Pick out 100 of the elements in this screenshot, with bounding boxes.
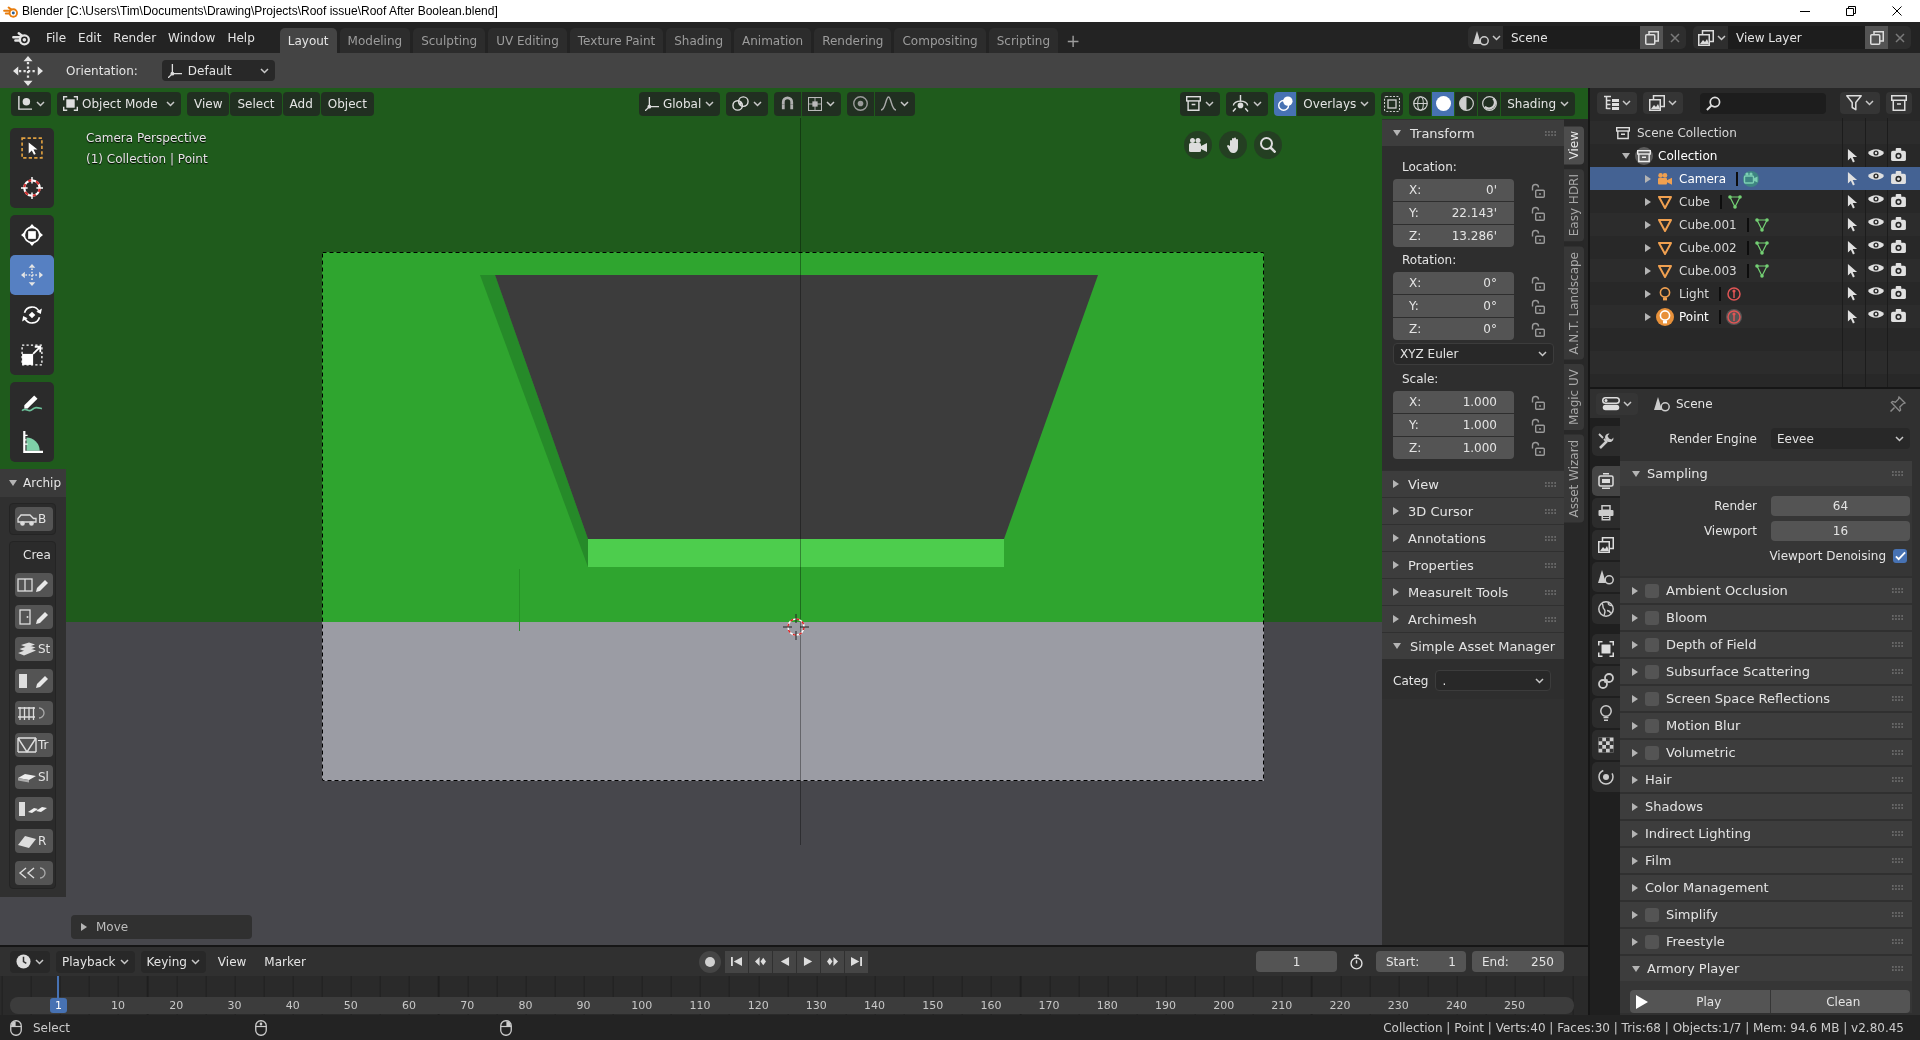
outliner-row[interactable]: Light: [1590, 282, 1920, 305]
snap-element-button[interactable]: [802, 91, 842, 116]
grip-dots-icon[interactable]: [1545, 508, 1556, 514]
play-button[interactable]: [797, 950, 821, 973]
camera-icon[interactable]: [1891, 286, 1906, 299]
previous-keyframe-button[interactable]: [749, 950, 773, 973]
tool-button[interactable]: [15, 573, 53, 597]
tool-button[interactable]: [15, 797, 53, 821]
view-layer-name-field[interactable]: View Layer: [1728, 26, 1865, 49]
number-field[interactable]: Z: 13.286': [1393, 225, 1514, 247]
grip-dots-icon[interactable]: [1892, 750, 1903, 755]
grip-dots-icon[interactable]: [1892, 777, 1903, 782]
render-engine-dropdown[interactable]: Eevee: [1771, 428, 1910, 449]
xray-toggle[interactable]: [1381, 91, 1404, 116]
zoom-button[interactable]: [1254, 131, 1282, 159]
pan-button[interactable]: [1219, 131, 1247, 159]
outliner-row[interactable]: Cube.001: [1590, 213, 1920, 236]
panel-header[interactable]: Hair: [1620, 767, 1912, 792]
properties-tab[interactable]: [1592, 698, 1620, 728]
select-arrow-icon[interactable]: [1847, 263, 1858, 278]
remove-button[interactable]: [1888, 26, 1911, 49]
open-padlock-icon[interactable]: [1531, 275, 1545, 291]
grip-dots-icon[interactable]: [1892, 912, 1903, 917]
open-padlock-icon[interactable]: [1531, 205, 1545, 221]
workspace-tab[interactable]: Texture Paint: [569, 28, 664, 53]
properties-tab[interactable]: [1592, 594, 1620, 624]
end-frame-field[interactable]: End: 250: [1472, 951, 1564, 972]
menu-item[interactable]: View: [211, 950, 253, 973]
number-field[interactable]: X: 0': [1393, 179, 1514, 201]
menu-item[interactable]: Marker: [258, 950, 312, 973]
grip-dots-icon[interactable]: [1892, 804, 1903, 809]
filter-button[interactable]: [1840, 92, 1880, 114]
grip-dots-icon[interactable]: [1545, 616, 1556, 622]
browse-button[interactable]: [1693, 26, 1728, 49]
sidebar-tab[interactable]: View: [1564, 126, 1584, 165]
grip-dots-icon[interactable]: [1545, 481, 1556, 487]
open-padlock-icon[interactable]: [1531, 228, 1545, 244]
open-padlock-icon[interactable]: [1531, 440, 1545, 456]
menu-dropdown[interactable]: Playback: [56, 950, 135, 973]
editor-type-button[interactable]: [1596, 392, 1638, 415]
properties-tab[interactable]: [1592, 634, 1620, 664]
overlays-toggle[interactable]: [1274, 91, 1297, 116]
action-button[interactable]: Clean: [1770, 990, 1910, 1013]
grip-dots-icon[interactable]: [1545, 589, 1556, 595]
menu-item[interactable]: Window: [162, 26, 222, 49]
jump-to-start-button[interactable]: [725, 950, 749, 973]
menu-item[interactable]: Help: [221, 26, 261, 49]
panel-header[interactable]: Properties: [1382, 552, 1564, 578]
mode-dropdown[interactable]: Object Mode: [57, 91, 181, 116]
gizmo-button[interactable]: [1226, 91, 1269, 116]
open-padlock-icon[interactable]: [1531, 298, 1545, 314]
duplicate-button[interactable]: [1640, 26, 1663, 49]
grip-dots-icon[interactable]: [1892, 723, 1903, 728]
current-frame-field[interactable]: 1: [1256, 951, 1337, 972]
grip-dots-icon[interactable]: [1892, 642, 1903, 647]
grip-dots-icon[interactable]: [1892, 471, 1903, 476]
eye-icon[interactable]: [1867, 217, 1884, 227]
sidebar-tab[interactable]: A.N.T. Landscape: [1564, 246, 1584, 360]
panel-header[interactable]: Freestyle: [1620, 929, 1912, 954]
tool-button[interactable]: Tr: [15, 733, 53, 757]
camera-icon[interactable]: [1891, 309, 1906, 322]
editor-type-button[interactable]: [11, 91, 51, 116]
grip-dots-icon[interactable]: [1892, 588, 1903, 593]
tool-button[interactable]: [15, 701, 53, 725]
shading-mode-button[interactable]: [1478, 91, 1501, 116]
properties-tab[interactable]: [1592, 666, 1620, 696]
grip-dots-icon[interactable]: [1545, 535, 1556, 541]
workspace-tab[interactable]: Rendering: [814, 28, 892, 53]
panel-header[interactable]: Simplify: [1620, 902, 1912, 927]
proportional-editing-toggle[interactable]: [847, 91, 875, 116]
camera-icon[interactable]: [1891, 263, 1906, 276]
select-arrow-icon[interactable]: [1847, 240, 1858, 255]
panel-header[interactable]: Annotations: [1382, 525, 1564, 551]
grip-dots-icon[interactable]: [1892, 885, 1903, 890]
current-frame-indicator[interactable]: 1: [50, 998, 67, 1013]
properties-tab[interactable]: [1592, 562, 1620, 592]
open-padlock-icon[interactable]: [1531, 182, 1545, 198]
workspace-tab[interactable]: Shading: [666, 28, 731, 53]
rotation-mode-dropdown[interactable]: XYZ Euler: [1393, 343, 1554, 365]
checkbox[interactable]: [1893, 549, 1907, 563]
jump-to-end-button[interactable]: [845, 950, 869, 973]
shading-mode-button[interactable]: [1432, 91, 1455, 116]
new-collection-button[interactable]: [1886, 92, 1912, 114]
panel-header[interactable]: Color Management: [1620, 875, 1912, 900]
operator-panel[interactable]: Move: [71, 915, 252, 939]
camera-icon[interactable]: [1891, 148, 1906, 161]
eye-icon[interactable]: [1867, 286, 1884, 296]
browse-button[interactable]: [1468, 26, 1503, 49]
add-workspace-button[interactable]: +: [1061, 28, 1086, 53]
tool-button[interactable]: St: [15, 637, 53, 661]
grip-dots-icon[interactable]: [1892, 615, 1903, 620]
select-arrow-icon[interactable]: [1847, 217, 1858, 232]
shading-mode-button[interactable]: [1409, 91, 1432, 116]
select-arrow-icon[interactable]: [1847, 148, 1858, 163]
search-field[interactable]: [1700, 92, 1826, 114]
outliner-row[interactable]: Cube.002: [1590, 236, 1920, 259]
next-keyframe-button[interactable]: [821, 950, 845, 973]
grip-dots-icon[interactable]: [1545, 562, 1556, 568]
scene-name-field[interactable]: Scene: [1503, 26, 1640, 49]
tool-button[interactable]: B: [15, 507, 53, 531]
